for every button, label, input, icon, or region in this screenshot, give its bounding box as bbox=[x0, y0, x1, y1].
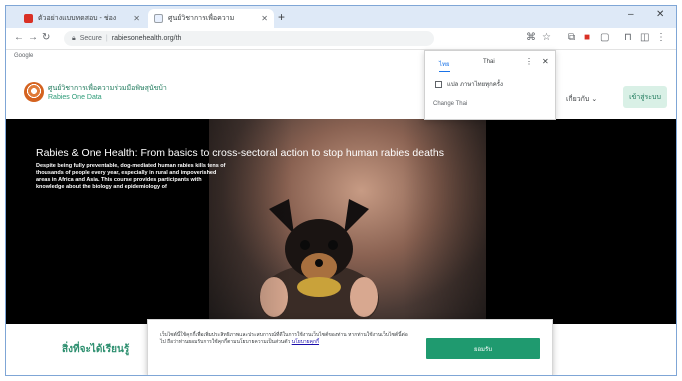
tab-strip: ตัวอย่างแบบทดสอบ - ช่อง ✕ ศูนย์วิชาการเพ… bbox=[6, 6, 676, 28]
forward-icon[interactable]: → bbox=[28, 32, 38, 43]
youtube-favicon-icon bbox=[24, 14, 33, 23]
site-brand[interactable]: ศูนย์วิชาการเพื่อความร่วมมือพิษสุนัขบ้า … bbox=[48, 84, 167, 102]
tab-inactive[interactable]: ตัวอย่างแบบทดสอบ - ช่อง ✕ bbox=[18, 9, 146, 28]
reload-icon[interactable]: ↻ bbox=[42, 32, 50, 43]
site-header: ศูนย์วิชาการเพื่อความร่วมมือพิษสุนัขบ้า … bbox=[6, 64, 676, 119]
cookie-message: เว็บไซต์นี้ใช้คุกกี้เพื่อเพิ่มประสิทธิภา… bbox=[160, 332, 408, 345]
login-button[interactable]: เข้าสู่ระบบ bbox=[623, 86, 667, 108]
tab-title: ตัวอย่างแบบทดสอบ - ช่อง bbox=[38, 15, 117, 22]
translate-popup: ไทย Thai ⋮ ✕ แปล ภาษาไทยทุกครั้ง Change … bbox=[424, 50, 556, 120]
extension-red-icon[interactable]: ■ bbox=[584, 32, 590, 43]
url-text: rabiesonehealth.org/th bbox=[111, 35, 182, 42]
cookie-consent-banner: เว็บไซต์นี้ใช้คุกกี้เพื่อเพิ่มประสิทธิภา… bbox=[147, 319, 553, 375]
back-icon[interactable]: ← bbox=[14, 32, 24, 43]
new-tab-button[interactable]: + bbox=[278, 10, 285, 24]
extensions-icon[interactable]: ⧉ bbox=[568, 32, 575, 43]
tab-search-icon[interactable]: ▢ bbox=[600, 32, 609, 43]
bookmark-item[interactable]: Google bbox=[14, 53, 33, 59]
nav-about-label: เกี่ยวกับ bbox=[566, 96, 590, 103]
close-icon[interactable]: ✕ bbox=[542, 57, 549, 66]
site-label: Secure bbox=[79, 35, 102, 42]
checkbox-icon bbox=[435, 80, 442, 88]
tab-title: ศูนย์วิชาการเพื่อความ bbox=[168, 15, 235, 22]
profile-icon[interactable]: ⋮ bbox=[656, 32, 666, 43]
address-bar[interactable]: 🔒︎ Secure | rabiesonehealth.org/th bbox=[64, 31, 434, 46]
hero-title: Rabies & One Health: From basics to cros… bbox=[36, 147, 444, 159]
hero-banner: Rabies & One Health: From basics to cros… bbox=[6, 119, 676, 324]
bookmarks-bar: Google bbox=[6, 50, 676, 64]
checkbox-label: แปล ภาษาไทยทุกครั้ง bbox=[447, 82, 503, 88]
site-favicon-icon bbox=[154, 14, 163, 23]
sidepanel-icon[interactable]: ◫ bbox=[640, 32, 649, 43]
lock-icon: 🔒︎ bbox=[72, 34, 76, 42]
close-window-icon[interactable]: ✕ bbox=[656, 9, 664, 20]
brand-subtitle: Rabies One Data bbox=[48, 94, 102, 101]
translate-tab-thai[interactable]: ไทย bbox=[439, 59, 450, 72]
browser-toolbar: ← → ↻ 🔒︎ Secure | rabiesonehealth.org/th… bbox=[6, 28, 676, 50]
cookie-policy-link[interactable]: นโยบายคุกกี้ bbox=[292, 339, 319, 345]
browser-window: ตัวอย่างแบบทดสอบ - ช่อง ✕ ศูนย์วิชาการเพ… bbox=[5, 5, 677, 376]
bookmark-icon[interactable]: ⊓ bbox=[624, 32, 632, 43]
translate-tab-english[interactable]: Thai bbox=[483, 59, 495, 65]
close-tab-icon[interactable]: ✕ bbox=[133, 14, 140, 23]
translate-icon[interactable]: ⌘ bbox=[526, 32, 536, 43]
nav-about-link[interactable]: เกี่ยวกับ ⌄ bbox=[566, 94, 597, 105]
close-tab-icon[interactable]: ✕ bbox=[261, 14, 268, 23]
minimize-icon[interactable]: – bbox=[628, 9, 634, 20]
brand-title: ศูนย์วิชาการเพื่อความร่วมมือพิษสุนัขบ้า bbox=[48, 85, 167, 92]
section-heading: สิ่งที่จะได้เรียนรู้ bbox=[62, 344, 130, 355]
accept-cookies-button[interactable]: ยอมรับ bbox=[426, 338, 540, 359]
always-translate-checkbox[interactable]: แปล ภาษาไทยทุกครั้ง bbox=[435, 79, 503, 89]
hero-description: Despite being fully preventable, dog-med… bbox=[36, 163, 226, 190]
tab-active[interactable]: ศูนย์วิชาการเพื่อความ ✕ bbox=[148, 9, 274, 28]
star-icon[interactable]: ☆ bbox=[542, 32, 551, 43]
change-language-link[interactable]: Change Thai bbox=[433, 101, 467, 107]
more-options-icon[interactable]: ⋮ bbox=[525, 57, 533, 66]
cookie-text: เว็บไซต์นี้ใช้คุกกี้เพื่อเพิ่มประสิทธิภา… bbox=[160, 332, 412, 346]
site-logo-icon[interactable] bbox=[24, 82, 44, 102]
chevron-down-icon: ⌄ bbox=[591, 96, 598, 103]
